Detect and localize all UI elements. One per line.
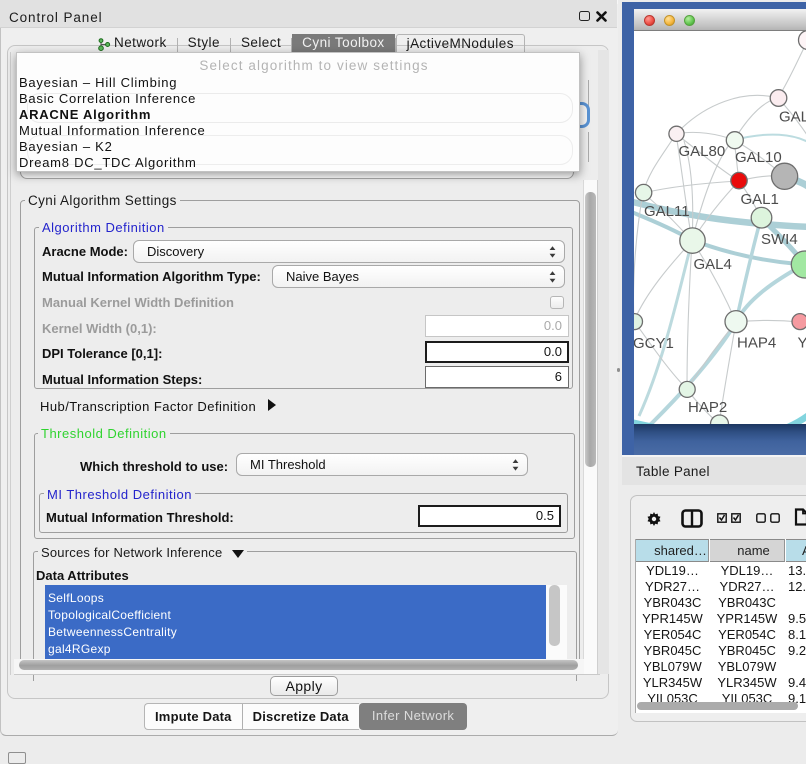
svg-text:HAP2: HAP2 (688, 399, 727, 416)
svg-text:GCY1: GCY1 (634, 335, 674, 352)
svg-text:HAP4: HAP4 (737, 335, 776, 352)
svg-text:GAL10: GAL10 (735, 149, 782, 166)
svg-text:YEL: YEL (798, 335, 806, 352)
svg-text:GAL80: GAL80 (679, 143, 726, 160)
svg-text:GAL7: GAL7 (779, 109, 806, 126)
svg-text:GAL11: GAL11 (644, 203, 690, 220)
svg-text:SWI4: SWI4 (761, 231, 798, 248)
svg-text:GAL4: GAL4 (694, 256, 732, 273)
svg-text:GAL1: GAL1 (741, 191, 779, 208)
